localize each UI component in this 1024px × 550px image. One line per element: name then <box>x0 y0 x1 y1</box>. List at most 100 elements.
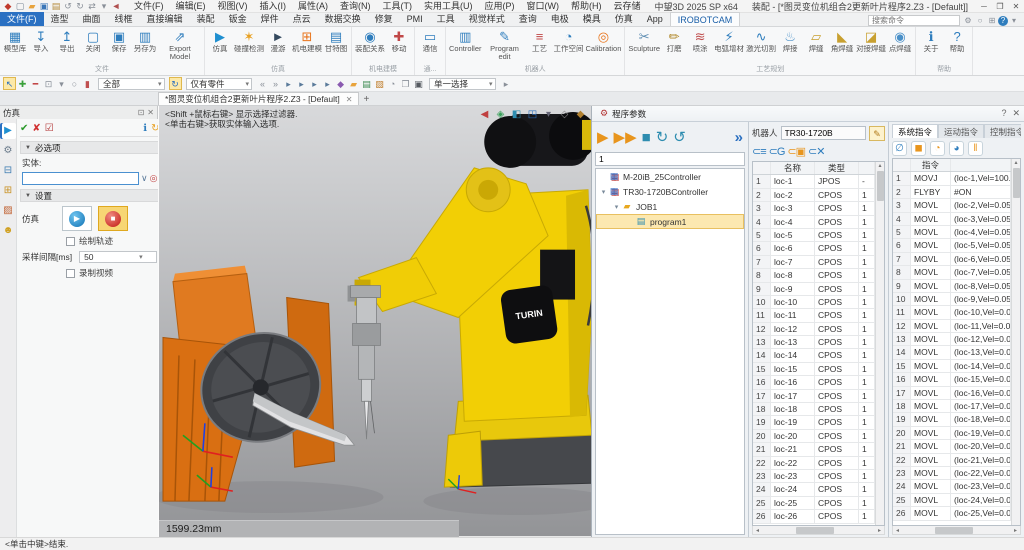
constraint-icon-2[interactable]: ▸ <box>295 77 308 90</box>
table-row[interactable]: 5MOVL(loc-4,Vel=0.05000,A <box>893 226 1011 239</box>
table-row[interactable]: 4MOVL(loc-3,Vel=0.05000,A <box>893 213 1011 226</box>
ribbon-tab[interactable]: 电极 <box>544 12 576 26</box>
viewport-3d[interactable]: TURIN <Shift +鼠标右键> 显示选择过滤器. <单击右键>获取实体输 <box>158 106 591 537</box>
table-row[interactable]: 13loc-13CPOS1 <box>753 336 875 349</box>
table-row[interactable]: 14MOVL(loc-13,Vel=0.05000,A <box>893 346 1011 359</box>
display-filter-select[interactable]: 仅有零件▾ <box>186 78 253 90</box>
table-row[interactable]: 9MOVL(loc-8,Vel=0.05000,A <box>893 280 1011 293</box>
ribbon-tab[interactable]: 文件(F) <box>0 12 44 26</box>
dock-icon[interactable]: ⊡ <box>138 108 145 117</box>
speed-cmd-icon[interactable]: ◕ <box>949 141 964 156</box>
component-tab[interactable]: ⊞ <box>0 183 16 199</box>
menu-item[interactable]: 属性(A) <box>292 0 334 13</box>
table-row[interactable]: 8loc-8CPOS1 <box>753 269 875 282</box>
panel-help-icon[interactable]: ? <box>1001 108 1006 119</box>
menu-item[interactable]: 查询(N) <box>334 0 377 13</box>
table-row[interactable]: 5loc-5CPOS1 <box>753 229 875 242</box>
table-row[interactable]: 2loc-2CPOS1 <box>753 189 875 202</box>
horizontal-scrollbar[interactable]: ◂ ▸ <box>752 526 885 535</box>
scroll-thumb[interactable] <box>796 527 834 534</box>
document-tab[interactable]: *图灵变位机组合2更新叶片程序2.Z3 - [Default] ✕ <box>158 92 359 105</box>
table-row[interactable]: 21loc-21CPOS1 <box>753 443 875 456</box>
pause-cmd-icon[interactable]: ‖ <box>968 141 983 156</box>
table-row[interactable]: 4loc-4CPOS1 <box>753 216 875 229</box>
ribbon-tab[interactable]: 点云 <box>286 12 318 26</box>
tree-item[interactable]: ▾▦TR30-1720BController <box>596 184 744 199</box>
pick-mode-select[interactable]: 单一选择▾ <box>429 78 496 90</box>
exit-input-icon[interactable]: ◀ <box>478 108 491 121</box>
assembly-relation-button[interactable]: ◉装配关系 <box>354 28 386 54</box>
box-pick-icon[interactable]: ⊡ <box>42 77 55 90</box>
table-row[interactable]: 19loc-19CPOS1 <box>753 416 875 429</box>
folder-icon[interactable]: ▰ <box>347 77 360 90</box>
scroll-left-icon[interactable]: ◂ <box>893 527 902 534</box>
align-left-icon[interactable]: « <box>256 77 269 90</box>
apps-icon[interactable]: ⊞ <box>986 16 998 25</box>
ok-button[interactable]: ✔ <box>20 123 28 134</box>
ribbon-tab[interactable]: 线框 <box>108 12 140 26</box>
cancel-button[interactable]: ✘ <box>32 123 40 134</box>
workspace-button[interactable]: ◔工作空间 <box>553 28 585 54</box>
scroll-thumb[interactable] <box>877 171 884 201</box>
speaker-icon[interactable]: ◄ <box>110 1 122 11</box>
search-icon[interactable]: ○ <box>974 16 986 25</box>
restore-button[interactable]: ❐ <box>992 2 1008 11</box>
menu-item[interactable]: 应用(P) <box>479 0 521 13</box>
scroll-thumb[interactable] <box>1013 168 1020 198</box>
image-icon[interactable]: ▨ <box>373 77 386 90</box>
qat-dropdown-icon[interactable]: ▾ <box>98 1 110 12</box>
model-library-button[interactable]: ▦模型库 <box>2 28 28 54</box>
ribbon-tab[interactable]: 数据交换 <box>318 12 368 26</box>
table-row[interactable]: 11loc-11CPOS1 <box>753 309 875 322</box>
vertical-scrollbar[interactable]: ▴ <box>1011 159 1020 525</box>
display-icon[interactable]: ▣ <box>412 77 425 90</box>
menu-item[interactable]: 文件(F) <box>128 0 170 13</box>
help-icon[interactable]: ? <box>998 16 1008 26</box>
new-file-icon[interactable]: ▢ <box>14 1 26 12</box>
pick-mode-extra-icon[interactable]: ▸ <box>500 77 513 90</box>
cmd-tab[interactable]: 控制指令 <box>984 124 1021 138</box>
table-row[interactable]: 8MOVL(loc-7,Vel=0.05000,A <box>893 266 1011 279</box>
ribbon-tab[interactable]: 曲面 <box>76 12 108 26</box>
tree-item[interactable]: ▦M-20iB_25Controller <box>596 169 744 184</box>
pick-dropdown-icon[interactable]: ▾ <box>55 77 68 90</box>
ribbon-tab[interactable]: 钣金 <box>222 12 254 26</box>
table-row[interactable]: 22MOVL(loc-21,Vel=0.05000,A <box>893 454 1011 467</box>
hierarchy-tab[interactable]: ⊟ <box>0 163 16 179</box>
table-row[interactable]: 10loc-10CPOS1 <box>753 296 875 309</box>
robot-name-field[interactable] <box>781 126 866 140</box>
table-row[interactable]: 21MOVL(loc-20,Vel=0.05000,A <box>893 440 1011 453</box>
import-button[interactable]: ↧导入 <box>28 28 54 54</box>
export-model-button[interactable]: ⇗Export Model <box>158 28 202 62</box>
simulation-tab[interactable]: ▶ <box>0 123 16 139</box>
render-style-icon[interactable]: ◆ <box>574 108 587 121</box>
loop-run-button[interactable]: ↻ <box>656 128 669 146</box>
scroll-left-icon[interactable]: ◂ <box>753 527 762 534</box>
table-row[interactable]: 23MOVL(loc-22,Vel=0.05000,A <box>893 467 1011 480</box>
table-row[interactable]: 2FLYBY#ON <box>893 186 1011 199</box>
run-button[interactable]: ▶ <box>597 128 609 146</box>
table-row[interactable]: 23loc-23CPOS1 <box>753 470 875 483</box>
filter-icon[interactable]: ⚙ <box>962 16 974 25</box>
disable-cmd-icon[interactable]: ∅ <box>892 141 907 156</box>
scope-select[interactable]: 全部▾ <box>98 78 165 90</box>
menu-item[interactable]: 工具(T) <box>377 0 419 13</box>
sculpture-button[interactable]: ✂Sculpture <box>627 28 661 54</box>
ribbon-tab[interactable]: 视觉样式 <box>462 12 512 26</box>
ribbon-tab[interactable]: 模具 <box>576 12 608 26</box>
table-row[interactable]: 18MOVL(loc-17,Vel=0.05000,A <box>893 400 1011 413</box>
play-button[interactable]: ▶ <box>62 206 92 231</box>
weld-seam-button[interactable]: ▱焊缝 <box>803 28 829 54</box>
menu-item[interactable]: 插入(I) <box>254 0 293 13</box>
redo-icon[interactable]: ↻ <box>74 1 86 12</box>
expand-panel-button[interactable]: » <box>735 129 743 146</box>
pick-target-icon[interactable]: ◎ <box>150 173 158 184</box>
minimize-button[interactable]: ─ <box>976 2 992 11</box>
expander-icon[interactable]: ▾ <box>612 203 621 211</box>
table-row[interactable]: 15MOVL(loc-14,Vel=0.05000,A <box>893 360 1011 373</box>
table-row[interactable]: 19MOVL(loc-18,Vel=0.05000,A <box>893 413 1011 426</box>
table-row[interactable]: 25loc-25CPOS1 <box>753 497 875 510</box>
cmd-tab[interactable]: 运动指令 <box>938 124 984 138</box>
layer-icon[interactable]: ▤ <box>360 77 373 90</box>
required-section-header[interactable]: ▼ 必选项 <box>20 141 159 154</box>
